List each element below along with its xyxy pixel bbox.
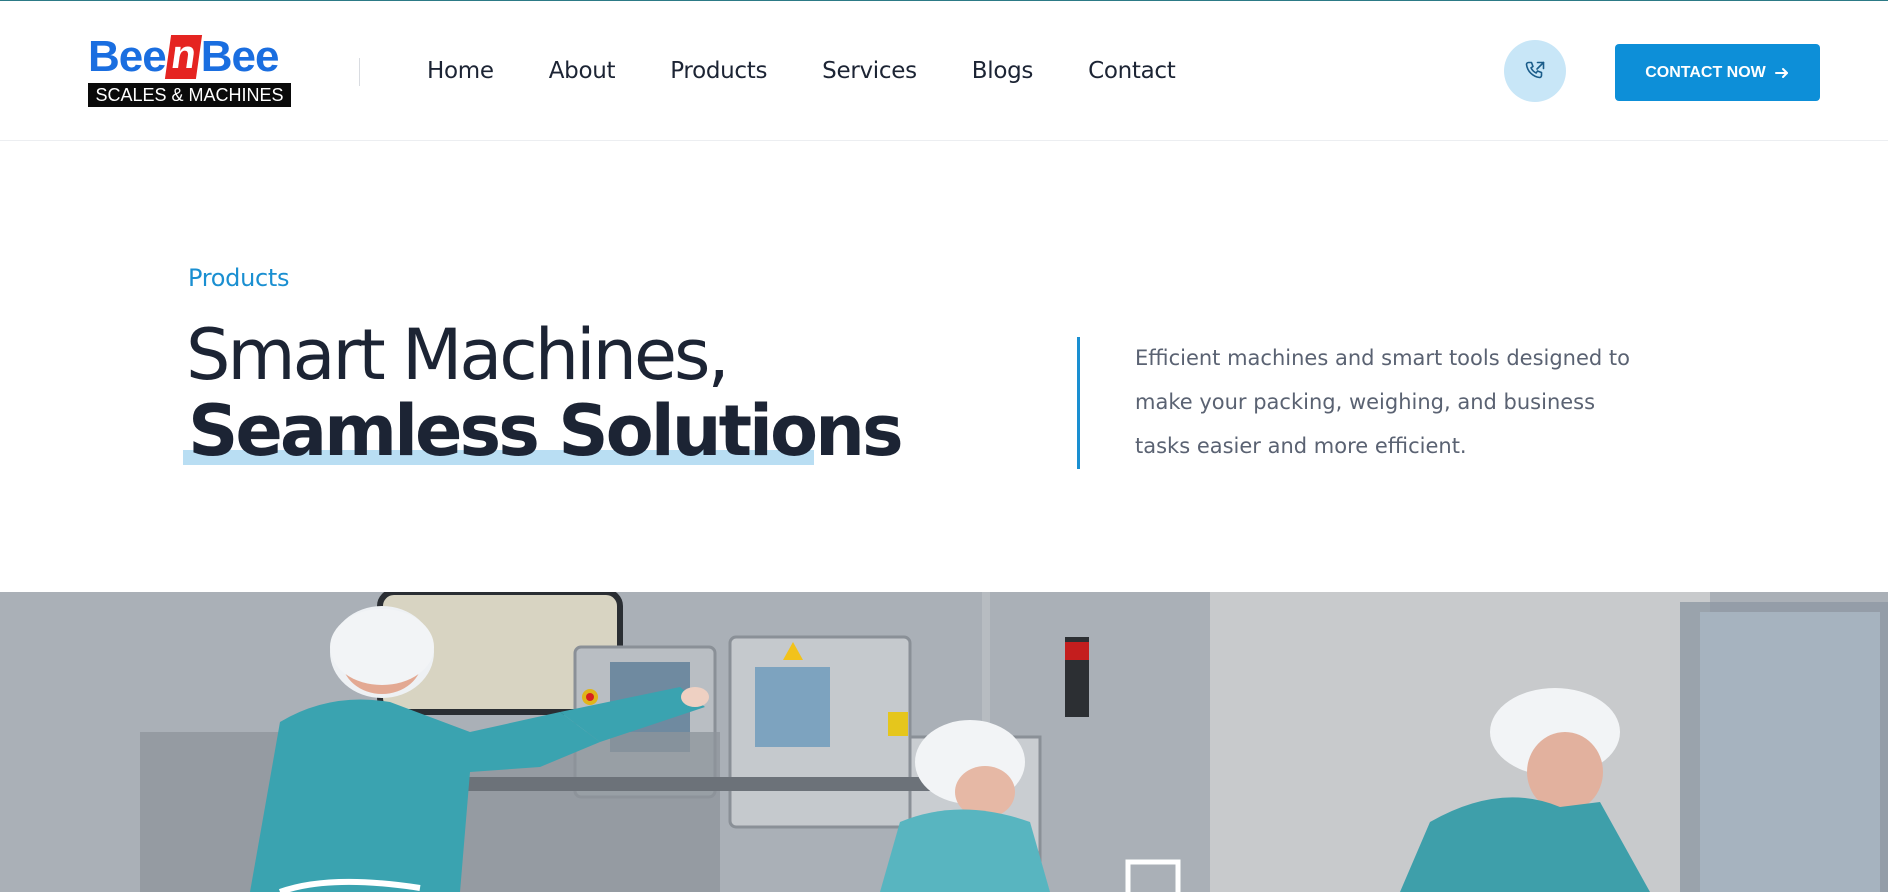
nav-blogs[interactable]: Blogs <box>972 58 1034 84</box>
nav-services[interactable]: Services <box>822 58 917 84</box>
logo-wordmark: Bee n Bee <box>88 32 280 81</box>
header-divider <box>359 58 360 86</box>
nav-home[interactable]: Home <box>427 58 494 84</box>
contact-now-button[interactable]: CONTACT NOW <box>1615 44 1820 101</box>
hero-title-line1: Smart Machines, <box>186 314 730 396</box>
brand-logo[interactable]: Bee n Bee SCALES & MACHINES <box>88 32 291 109</box>
hero-eyebrow: Products <box>188 264 290 292</box>
hero-description: Efficient machines and smart tools desig… <box>1135 346 1630 458</box>
logo-word-mid: n <box>164 33 202 79</box>
logo-word-left: Bee <box>88 32 167 81</box>
hero-title-line2: Seamless Solutions <box>188 390 904 472</box>
nav-about[interactable]: About <box>549 58 616 84</box>
factory-photo <box>0 592 1888 892</box>
contact-now-label: CONTACT NOW <box>1645 63 1766 81</box>
hero-title-line2-wrap: Seamless Solutions <box>183 390 904 472</box>
site-header: Bee n Bee SCALES & MACHINES Home About P… <box>0 1 1888 141</box>
logo-word-right: Bee <box>200 32 280 81</box>
phone-outgoing-icon <box>1525 61 1545 79</box>
factory-illustration <box>0 592 1888 892</box>
description-divider <box>1077 337 1080 469</box>
phone-button[interactable] <box>1504 40 1566 102</box>
logo-tagline: SCALES & MACHINES <box>88 83 291 107</box>
nav-contact[interactable]: Contact <box>1088 58 1176 84</box>
arrow-right-icon <box>1774 67 1788 78</box>
main-nav: Home About Products Services Blogs Conta… <box>427 53 1230 89</box>
nav-products[interactable]: Products <box>670 58 767 84</box>
